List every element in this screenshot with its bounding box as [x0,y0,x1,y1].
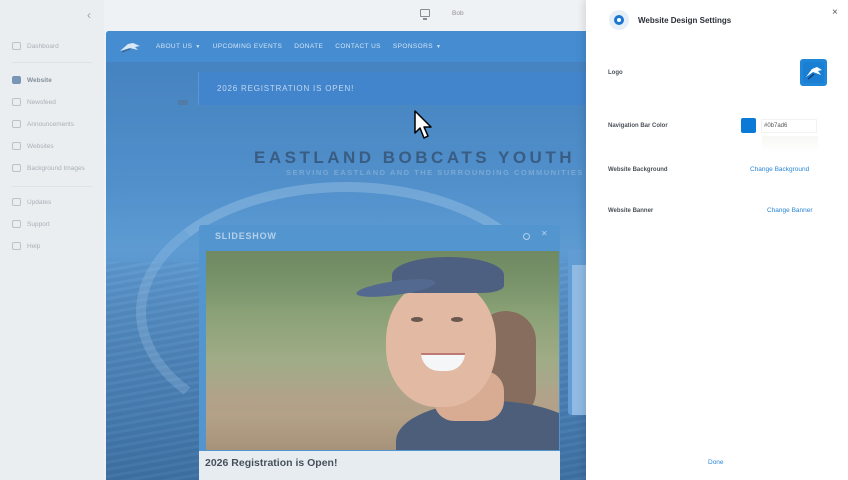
drawer-title: Website Design Settings [638,16,732,25]
modal-backdrop[interactable] [0,0,586,480]
gear-icon [614,15,624,25]
logo-upload[interactable] [800,59,827,86]
banner-label: Website Banner [608,208,654,214]
mouse-pointer-icon [414,110,432,139]
nav-color-label: Navigation Bar Color [608,123,668,129]
nav-color-input[interactable]: #0b7ad6 [761,119,817,133]
background-label: Website Background [608,167,668,173]
done-button[interactable]: Done [708,459,724,466]
bobcat-logo-icon [803,62,824,83]
website-design-settings-drawer: Website Design Settings × Logo Navigatio… [586,0,848,480]
settings-badge [609,10,629,30]
nav-color-swatch[interactable] [741,118,756,133]
color-field-shadow [762,136,818,152]
logo-label: Logo [608,70,623,76]
close-icon[interactable]: × [832,7,838,18]
change-background-button[interactable]: Change Background [750,166,809,173]
change-banner-button[interactable]: Change Banner [767,207,813,214]
